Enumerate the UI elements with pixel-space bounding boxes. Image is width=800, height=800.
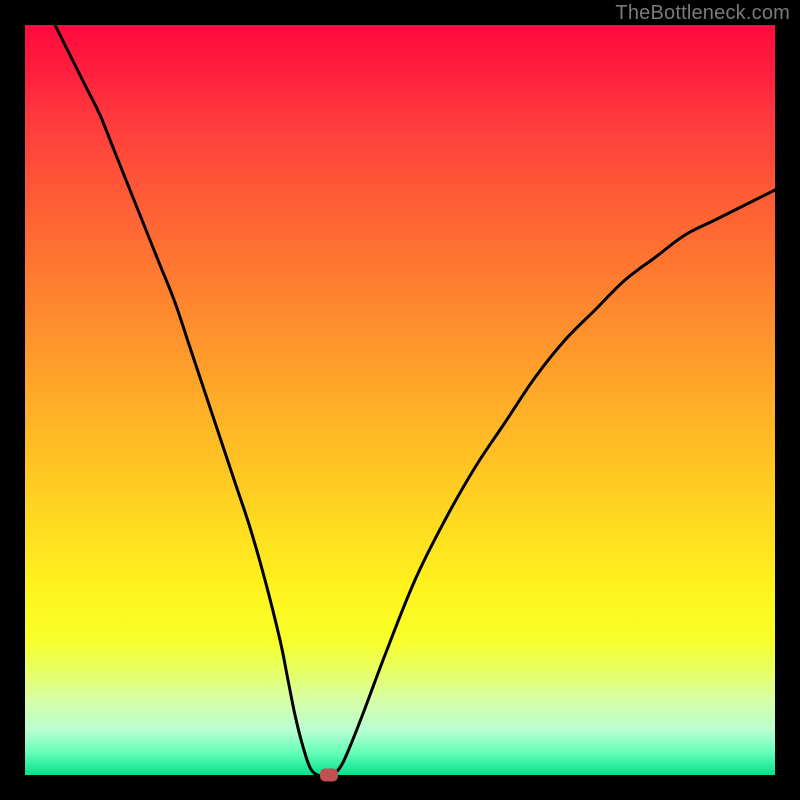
bottleneck-curve xyxy=(25,25,775,775)
chart-frame: TheBottleneck.com xyxy=(0,0,800,800)
plot-area xyxy=(25,25,775,775)
optimal-point-marker xyxy=(320,769,338,782)
watermark-text: TheBottleneck.com xyxy=(615,2,790,25)
